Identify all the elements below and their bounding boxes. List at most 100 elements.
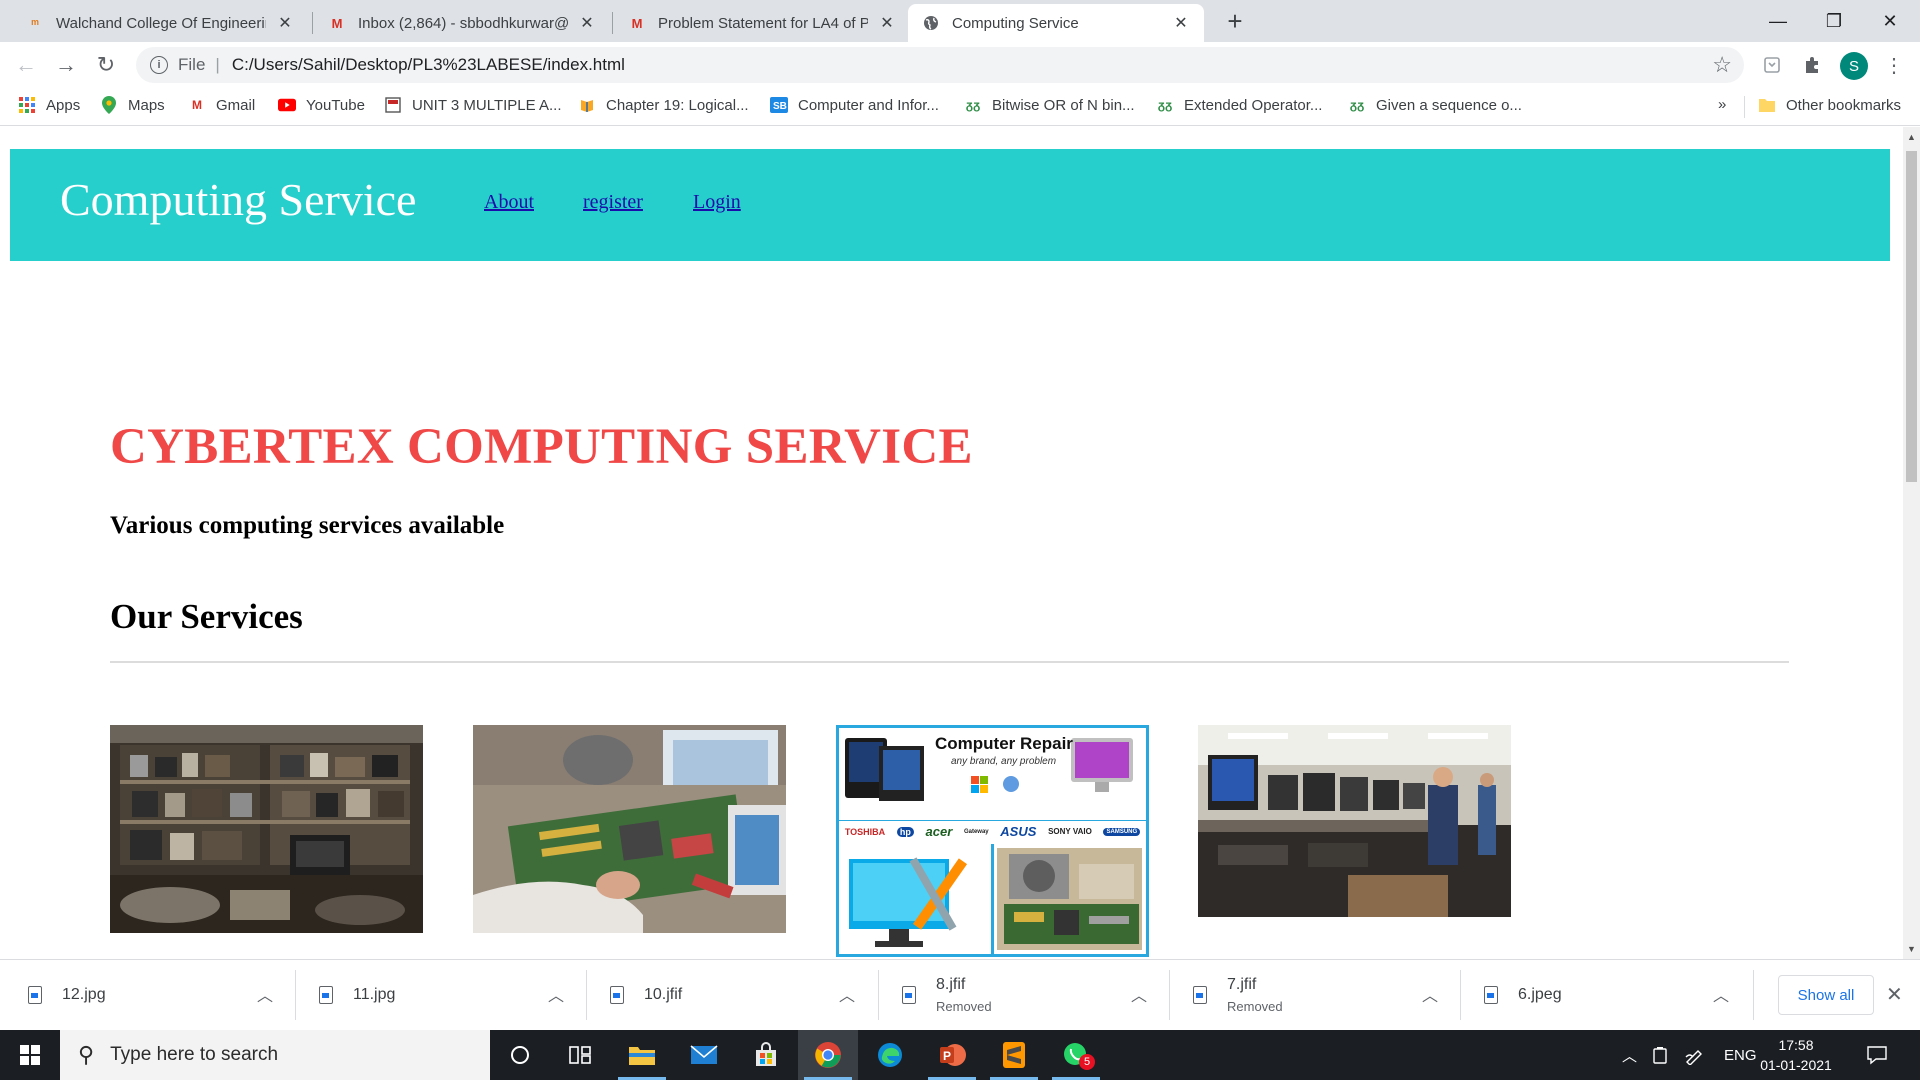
whatsapp-icon[interactable]: 5 [1046,1030,1106,1080]
bookmark-youtube[interactable]: YouTube [278,96,365,114]
svg-text:SB: SB [773,101,787,112]
chevron-up-icon[interactable]: ︿ [1713,982,1729,1006]
url-text[interactable]: C:/Users/Sahil/Desktop/PL3%23LABESE/inde… [232,55,625,75]
nav-link-register[interactable]: register [583,191,643,214]
bookmark-label: Maps [128,96,165,114]
service-image-motherboard-repair [473,725,786,933]
forward-arrow-icon[interactable]: → [52,51,80,79]
task-view-icon[interactable] [550,1030,610,1080]
action-center-icon[interactable] [1866,1030,1888,1080]
chevron-up-icon[interactable]: ︿ [548,982,564,1006]
bookmark-maps[interactable]: Maps [100,96,165,114]
show-all-downloads-button[interactable]: Show all [1778,975,1874,1015]
bookmark-label: Given a sequence o... [1376,96,1522,114]
download-item[interactable]: 12.jpg ︿ [0,960,291,1030]
chevron-up-icon[interactable]: ︿ [839,982,855,1006]
start-button[interactable] [0,1030,60,1080]
taskbar-search-box[interactable]: ⚲ Type here to search [60,1030,490,1080]
minimize-icon[interactable]: — [1750,0,1806,42]
bookmark-extended-operator[interactable]: ᵹᵹ Extended Operator... [1156,96,1323,114]
menu-kebab-icon[interactable]: ⋮ [1882,53,1906,77]
download-item[interactable]: 8.jfif Removed ︿ [874,960,1165,1030]
new-tab-icon[interactable]: + [1220,6,1250,37]
address-bar[interactable]: i File | C:/Users/Sahil/Desktop/PL3%23LA… [136,47,1744,83]
site-brand: Computing Service [60,174,417,225]
back-arrow-icon[interactable]: ← [12,51,40,79]
scroll-up-arrow-icon[interactable]: ▲ [1903,129,1920,145]
chevron-up-icon[interactable]: ︿ [257,982,273,1006]
close-tab-icon[interactable]: ✕ [578,13,596,33]
tab-walchand[interactable]: ᵐ Walchand College Of Engineering ✕ [12,4,308,42]
info-icon[interactable]: i [150,56,168,74]
scrollbar-thumb[interactable] [1906,151,1917,482]
windows-taskbar: ⚲ Type here to search P 5 ︿ ENG 17:58 01… [0,1030,1920,1080]
window-close-icon[interactable]: ✕ [1862,0,1918,42]
battery-icon[interactable] [1652,1030,1668,1080]
other-bookmarks[interactable]: Other bookmarks [1758,96,1901,114]
tab-divider [612,12,613,34]
download-item[interactable]: 10.jfif ︿ [582,960,873,1030]
close-tab-icon[interactable]: ✕ [1172,13,1190,33]
bookmarks-overflow-icon[interactable]: » [1718,96,1726,113]
reading-list-icon[interactable] [1760,53,1784,77]
edge-icon[interactable] [860,1030,920,1080]
download-status: Removed [1227,999,1283,1014]
restore-icon[interactable]: ❐ [1806,0,1862,42]
downloads-bar: 12.jpg ︿ 11.jpg ︿ 10.jfif ︿ 8.jfif Remov… [0,959,1920,1030]
bookmark-given-sequence[interactable]: ᵹᵹ Given a sequence o... [1348,96,1522,114]
input-language[interactable]: ENG [1724,1030,1757,1080]
hero-subtitle: Various computing services available [110,512,505,539]
bookmark-apps[interactable]: Apps [18,96,80,114]
sublime-text-icon[interactable] [984,1030,1044,1080]
close-tab-icon[interactable]: ✕ [276,13,294,33]
cortana-icon[interactable] [490,1030,550,1080]
bookmark-gmail[interactable]: M Gmail [188,96,255,114]
reload-icon[interactable]: ↻ [92,51,120,79]
bookmark-star-icon[interactable]: ☆ [1712,52,1732,78]
powerpoint-icon[interactable]: P [922,1030,982,1080]
show-hidden-icons-chevron-icon[interactable]: ︿ [1622,1030,1637,1080]
tab-computing-service[interactable]: Computing Service ✕ [908,4,1204,42]
tab-title: Walchand College Of Engineering [56,14,266,32]
chrome-icon[interactable] [798,1030,858,1080]
page-scrollbar[interactable]: ▲ ▼ [1903,127,1920,959]
bookmark-computer-info[interactable]: SB Computer and Infor... [770,96,939,114]
notification-badge: 5 [1079,1054,1095,1070]
tab-gmail-inbox[interactable]: M Inbox (2,864) - sbbodhkurwar@g ✕ [314,4,610,42]
tab-problem-statement[interactable]: M Problem Statement for LA4 of PL ✕ [614,4,910,42]
close-downloads-icon[interactable]: ✕ [1886,982,1903,1007]
bookmark-bitwise-or[interactable]: ᵹᵹ Bitwise OR of N bin... [964,96,1135,114]
maps-pin-icon [100,96,118,114]
clock-date: 01-01-2021 [1760,1057,1832,1073]
download-filename: 7.jfif [1227,976,1257,993]
globe-icon [922,14,940,32]
scroll-down-arrow-icon[interactable]: ▼ [1903,941,1920,957]
document-icon [384,96,402,114]
chevron-up-icon[interactable]: ︿ [1131,982,1147,1006]
system-clock[interactable]: 17:58 01-01-2021 [1755,1035,1837,1075]
nav-link-about[interactable]: About [484,191,534,214]
bookmark-label: Apps [46,96,81,114]
pen-workspace-icon[interactable] [1684,1030,1704,1080]
download-item[interactable]: 6.jpeg ︿ [1456,960,1747,1030]
file-explorer-icon[interactable] [612,1030,672,1080]
nav-link-login[interactable]: Login [693,191,741,214]
download-filename: 6.jpeg [1518,986,1562,1003]
taskbar-search-placeholder: Type here to search [110,1044,279,1065]
bookmark-unit3[interactable]: UNIT 3 MULTIPLE A... [384,96,562,114]
profile-avatar[interactable]: S [1840,52,1868,80]
download-item[interactable]: 11.jpg ︿ [291,960,582,1030]
store-icon[interactable] [736,1030,796,1080]
clock-time: 17:58 [1778,1037,1814,1053]
download-filename: 11.jpg [353,986,396,1003]
bookmark-chapter19[interactable]: Chapter 19: Logical... [578,96,749,114]
download-item[interactable]: 7.jfif Removed ︿ [1165,960,1456,1030]
close-tab-icon[interactable]: ✕ [878,13,896,33]
college-favicon-icon: ᵐ [31,15,39,31]
gmail-icon: M [331,15,343,31]
image-file-icon [902,986,916,1004]
url-scheme: File [178,55,206,74]
chevron-up-icon[interactable]: ︿ [1422,982,1438,1006]
mail-icon[interactable] [674,1030,734,1080]
extensions-puzzle-icon[interactable] [1800,53,1824,77]
